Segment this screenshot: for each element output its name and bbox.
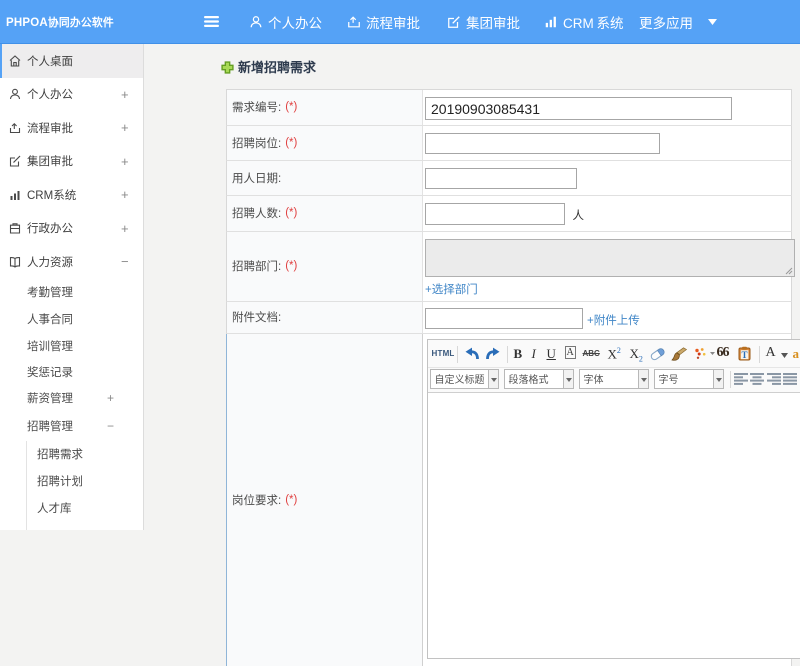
svg-text:T: T [741,350,747,360]
